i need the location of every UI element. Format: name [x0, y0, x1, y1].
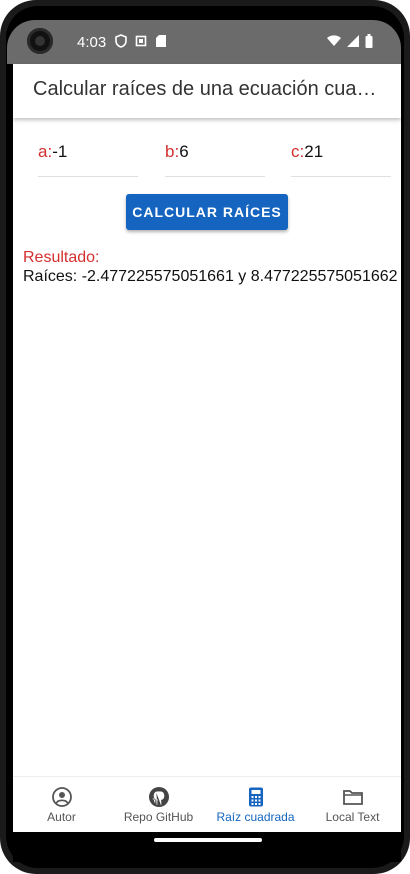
front-camera: [27, 28, 53, 54]
status-time: 4:03: [77, 34, 107, 51]
page-title: Calcular raíces de una ecuación cuadráti…: [33, 78, 383, 100]
app-screen: Calcular raíces de una ecuación cuadráti…: [13, 64, 401, 833]
result-text: Raíces: -2.477225575051661 y 8.477225575…: [23, 268, 398, 285]
nav-item-repo-github[interactable]: Repo GitHub: [110, 777, 207, 833]
input-c-value[interactable]: 21: [304, 142, 323, 161]
signal-icon: [347, 35, 359, 47]
battery-icon: [365, 34, 373, 48]
nav-label-local-text: Local Text: [325, 810, 380, 824]
nav-label-autor: Autor: [47, 810, 76, 824]
result-label: Resultado:: [23, 249, 100, 266]
calculate-roots-button[interactable]: CALCULAR RAÍCES: [126, 194, 288, 230]
gesture-area: [13, 832, 401, 862]
shield-icon: [115, 34, 127, 48]
status-right-icons: [327, 34, 373, 48]
folder-icon: [342, 790, 363, 805]
status-left-icons: [115, 34, 167, 48]
github-icon: [148, 787, 169, 807]
nav-item-local-text[interactable]: Local Text: [304, 777, 401, 833]
wifi-icon: [327, 35, 341, 46]
nav-item-raiz-cuadrada[interactable]: Raíz cuadrada: [207, 777, 304, 833]
app-bar: Calcular raíces de una ecuación cuadráti…: [13, 64, 401, 118]
nav-item-autor[interactable]: Autor: [13, 777, 110, 833]
input-b-field[interactable]: b:6: [165, 142, 265, 177]
input-c-label: c:: [291, 142, 305, 161]
bottom-navigation: Autor Repo GitHub Raíz cuadrada Local Te…: [13, 776, 401, 833]
input-c-field[interactable]: c:21: [291, 142, 391, 177]
input-b-label: b:: [165, 142, 180, 161]
account-circle-icon: [51, 787, 72, 807]
input-a-label: a:: [38, 142, 53, 161]
nav-label-raiz-cuadrada: Raíz cuadrada: [216, 810, 295, 824]
input-a-value[interactable]: -1: [52, 142, 67, 161]
status-bar: 4:03: [7, 20, 401, 64]
input-a-field[interactable]: a:-1: [38, 142, 138, 177]
nav-label-repo-github: Repo GitHub: [123, 810, 194, 824]
home-gesture-bar[interactable]: [154, 838, 262, 842]
screen-record-icon: [135, 35, 147, 47]
input-b-value[interactable]: 6: [179, 142, 188, 161]
phone-frame: 4:03 Calcular raíces de una ecuación cua…: [0, 0, 410, 874]
sd-card-icon: [156, 35, 166, 47]
calculator-icon: [248, 787, 263, 807]
